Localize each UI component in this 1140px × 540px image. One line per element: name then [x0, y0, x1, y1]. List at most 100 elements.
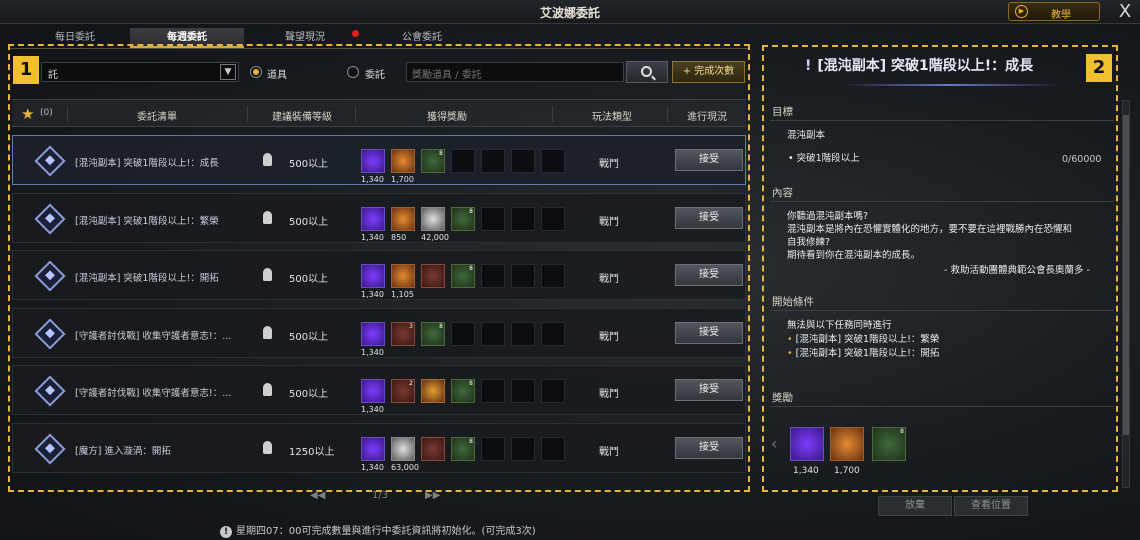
helmet-icon [263, 211, 272, 224]
page-indicator: 1/3 [372, 490, 389, 501]
empty-slot [481, 379, 505, 403]
goal-progress: 0/60000 [1062, 154, 1102, 165]
search-box [406, 62, 624, 85]
empty-slot [511, 322, 535, 346]
table-row[interactable]: [魔方] 進入漩渦：開拓 1250以上 1,340 63,000 8 戰鬥 接受 [12, 423, 746, 473]
reward-sub: 2 [409, 380, 413, 387]
accept-button[interactable]: 接受 [675, 322, 743, 344]
reward-slot[interactable] [391, 207, 415, 231]
quest-icon [34, 145, 66, 177]
goal-header: 目標 [772, 106, 793, 118]
reward-sub: 8 [469, 438, 473, 445]
content-line: 混沌副本是將內在恐懼實體化的地方，要不要在這裡戰勝內在恐懼和 [787, 224, 1073, 235]
notification-dot [352, 30, 359, 37]
radio-quest[interactable] [347, 66, 359, 78]
header-type: 玩法類型 [592, 112, 632, 123]
title-bar: 艾波娜委託 ▶ 教學 X [0, 0, 1140, 24]
quest-icon [34, 375, 66, 407]
divider [770, 310, 1114, 311]
reward-slot[interactable]: 3 [391, 322, 415, 346]
star-icon[interactable]: ★ [21, 105, 34, 123]
reward-qty: 1,340 [361, 175, 384, 184]
reward-slot[interactable] [391, 264, 415, 288]
empty-slot [541, 207, 565, 231]
reward-slot[interactable]: 8 [451, 264, 475, 288]
reward-sub: 8 [439, 150, 443, 157]
reward-sub: 8 [900, 428, 904, 435]
help-button[interactable]: ▶ 教學 [1008, 2, 1100, 21]
scrollbar[interactable] [1122, 100, 1130, 488]
accept-button[interactable]: 接受 [675, 207, 743, 229]
helmet-icon [263, 268, 272, 281]
empty-slot [511, 149, 535, 173]
empty-slot [481, 322, 505, 346]
header-quest-list: 委託清單 [137, 112, 177, 123]
reward-slot[interactable] [790, 427, 824, 461]
reward-slot[interactable] [391, 437, 415, 461]
accept-button[interactable]: 接受 [675, 264, 743, 286]
reward-qty: 1,340 [793, 466, 819, 476]
goal-name: 混沌副本 [787, 130, 826, 141]
divider [355, 106, 356, 122]
bullet-icon: • [787, 334, 796, 345]
reward-slot[interactable] [361, 322, 385, 346]
table-row[interactable]: [混沌副本] 突破1階段以上!：繁榮 500以上 1,340 850 42,000 8 戰鬥… [12, 193, 746, 243]
reward-slot[interactable] [421, 379, 445, 403]
reward-qty: 1,105 [391, 290, 414, 299]
required-level: 500以上 [289, 332, 329, 343]
reward-header: 獎勵 [772, 392, 793, 404]
reward-slot[interactable] [421, 264, 445, 288]
divider [770, 120, 1114, 121]
empty-slot [451, 149, 475, 173]
accept-button[interactable]: 接受 [675, 437, 743, 459]
helmet-icon [263, 326, 272, 339]
annotation-1: 1 [13, 56, 39, 84]
prev-page-icon[interactable]: ◀◀ [310, 490, 325, 501]
reward-slot[interactable]: 8 [872, 427, 906, 461]
close-button[interactable]: X [1114, 1, 1136, 23]
detail-title-row: ! [混沌副本] 突破1階段以上!：成長 [805, 55, 1075, 75]
empty-slot [481, 264, 505, 288]
reward-qty: 63,000 [391, 463, 419, 472]
reward-slot[interactable] [361, 207, 385, 231]
reward-slot[interactable]: 8 [451, 437, 475, 461]
table-row[interactable]: [守護者討伐戰] 收集守護者意志!：... 500以上 1,340 3 8 戰鬥 接受 [12, 308, 746, 358]
abandon-button[interactable]: 放棄 [878, 496, 952, 516]
required-level: 500以上 [289, 159, 329, 170]
next-page-icon[interactable]: ▶▶ [425, 490, 440, 501]
search-input[interactable] [407, 66, 623, 85]
reward-sub: 8 [469, 208, 473, 215]
accept-button[interactable]: 接受 [675, 149, 743, 171]
reward-slot[interactable] [361, 149, 385, 173]
table-row[interactable]: [混沌副本] 突破1階段以上!：開拓 500以上 1,340 1,105 8 戰鬥 接受 [12, 250, 746, 300]
table-row[interactable]: [混沌副本] 突破1階段以上!：成長 500以上 1,340 1,700 8 戰鬥 接受 [12, 135, 746, 185]
header-rewards: 獲得獎勵 [427, 112, 467, 123]
reward-slot[interactable]: 8 [451, 379, 475, 403]
reward-slot[interactable]: 8 [421, 322, 445, 346]
quest-name: [魔方] 進入漩渦：開拓 [75, 446, 171, 457]
reward-slot[interactable] [421, 437, 445, 461]
reward-slot[interactable]: 8 [451, 207, 475, 231]
reward-qty: 1,340 [361, 405, 384, 414]
reward-slot[interactable]: 8 [421, 149, 445, 173]
reward-slot[interactable] [361, 379, 385, 403]
radio-item[interactable] [250, 66, 262, 78]
view-location-button[interactable]: 查看位置 [954, 496, 1028, 516]
table-row[interactable]: [守護者討伐戰] 收集守護者意志!：... 500以上 1,340 2 8 戰鬥 接受 [12, 365, 746, 415]
category-dropdown[interactable]: 託 ▼ [41, 62, 239, 82]
reward-slot[interactable] [391, 149, 415, 173]
search-button[interactable] [626, 61, 668, 83]
complete-count-button[interactable]: + 完成次數 [672, 61, 745, 83]
reward-prev-icon[interactable]: ‹ [771, 434, 777, 453]
reward-slot[interactable]: 2 [391, 379, 415, 403]
helmet-icon [263, 441, 272, 454]
reward-slot[interactable] [421, 207, 445, 231]
reward-sub: 8 [469, 380, 473, 387]
accept-button[interactable]: 接受 [675, 379, 743, 401]
reward-slot[interactable] [361, 437, 385, 461]
scroll-thumb[interactable] [1123, 115, 1129, 435]
reward-slot[interactable] [830, 427, 864, 461]
quest-icon [34, 433, 66, 465]
reward-slot[interactable] [361, 264, 385, 288]
empty-slot [541, 379, 565, 403]
